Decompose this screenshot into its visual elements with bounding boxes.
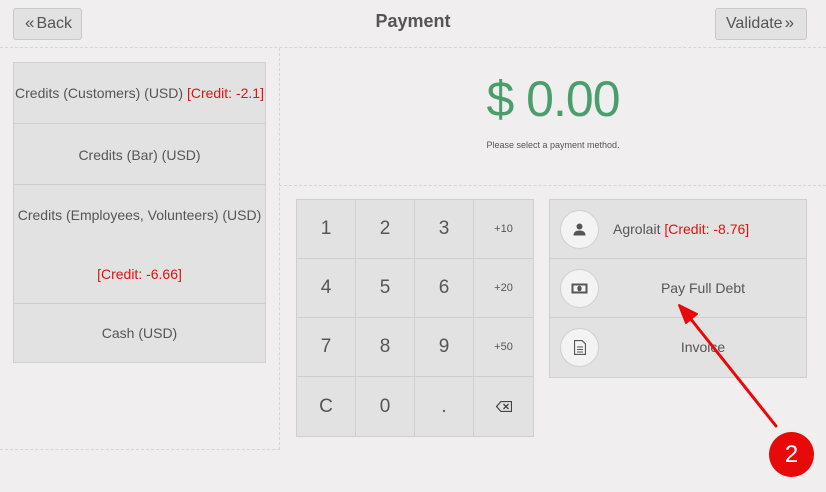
- annotation-arrow: [678, 304, 778, 428]
- annotation-badge: 2: [769, 432, 814, 477]
